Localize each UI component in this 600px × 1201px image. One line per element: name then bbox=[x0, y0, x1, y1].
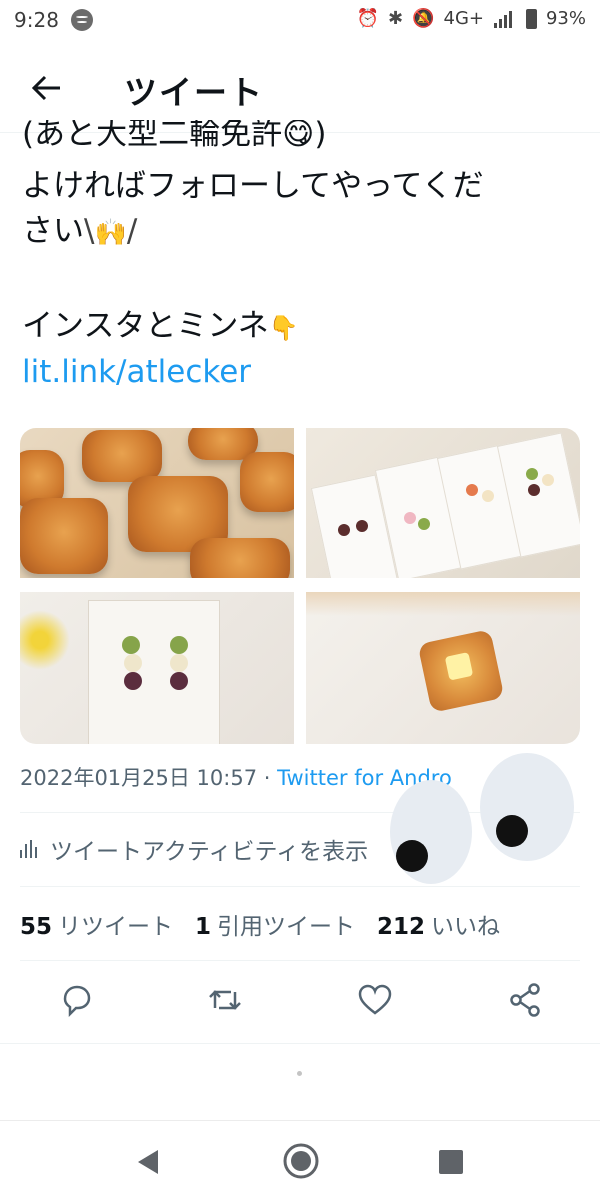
share-button[interactable] bbox=[505, 980, 545, 1020]
media-image-pastries[interactable] bbox=[20, 428, 294, 578]
tweet-text-line: よければフォローしてやってくだ bbox=[22, 168, 484, 204]
media-image-toast[interactable] bbox=[306, 592, 580, 744]
retweets-stat[interactable]: 55 リツイート bbox=[20, 907, 173, 941]
reply-icon bbox=[63, 985, 91, 1018]
page-indicator-dot bbox=[297, 1071, 302, 1076]
tweet-text-line: さい\🙌/ bbox=[22, 209, 582, 256]
spotify-icon bbox=[70, 9, 93, 31]
tweet-timestamp: 2022年01月25日 10:57 · Twitter for Andro bbox=[20, 766, 452, 790]
status-time: 9:28 bbox=[14, 8, 59, 32]
share-icon bbox=[510, 983, 540, 1017]
bluetooth-icon: ✱ bbox=[387, 8, 404, 29]
nav-back-button[interactable] bbox=[134, 1147, 162, 1181]
like-icon bbox=[358, 984, 392, 1015]
android-nav-bar bbox=[0, 1120, 600, 1201]
retweet-icon bbox=[209, 990, 241, 1010]
raising-hands-icon: 🙌 bbox=[94, 218, 127, 248]
tweet-text-line: インスタとミンネ👇 bbox=[22, 308, 299, 344]
page-title: ツイート bbox=[124, 73, 264, 112]
status-right: ⏰ ✱ 🔕 4G+ 93% bbox=[357, 8, 586, 29]
divider bbox=[20, 886, 580, 887]
battery-icon bbox=[525, 8, 537, 29]
nav-home-icon bbox=[283, 1143, 319, 1179]
network-label: 4G+ bbox=[443, 8, 484, 29]
likes-stat[interactable]: 212 いいね bbox=[377, 907, 500, 941]
reply-button[interactable] bbox=[56, 980, 96, 1020]
googly-eye-left bbox=[390, 780, 472, 884]
retweet-button[interactable] bbox=[205, 980, 245, 1020]
like-button[interactable] bbox=[355, 980, 395, 1020]
mute-icon: 🔕 bbox=[412, 8, 435, 29]
tweet-activity-label: ツイートアクティビティを表示 bbox=[50, 839, 369, 865]
back-button[interactable] bbox=[28, 68, 68, 108]
signal-icon bbox=[493, 10, 512, 28]
alarm-icon: ⏰ bbox=[356, 8, 379, 29]
tweet-text-clipped-line: (あと大型二輪免許😋) bbox=[22, 120, 327, 152]
nav-recents-icon bbox=[439, 1150, 463, 1174]
analytics-icon bbox=[20, 840, 38, 858]
pointing-down-icon: 👇 bbox=[268, 314, 299, 342]
nav-home-button[interactable] bbox=[282, 1142, 320, 1184]
battery-percent: 93% bbox=[545, 8, 586, 29]
media-image-dango-earrings[interactable] bbox=[20, 592, 294, 744]
nav-recents-button[interactable] bbox=[438, 1149, 464, 1179]
divider bbox=[0, 1043, 600, 1044]
back-arrow-icon bbox=[31, 75, 60, 101]
tweet-stats: 55 リツイート 1 引用ツイート 212 いいね bbox=[20, 907, 500, 941]
nav-back-icon bbox=[138, 1150, 158, 1174]
tweet-activity-button[interactable]: ツイートアクティビティを表示 bbox=[20, 832, 368, 866]
divider bbox=[20, 960, 580, 961]
status-left: 9:28 bbox=[14, 8, 93, 32]
quotes-stat[interactable]: 1 引用ツイート bbox=[195, 907, 355, 941]
media-grid bbox=[20, 428, 580, 744]
media-image-earrings-cards[interactable] bbox=[306, 428, 580, 578]
googly-eye-right bbox=[480, 753, 574, 861]
profile-link[interactable]: lit.link/atlecker bbox=[22, 354, 251, 390]
tweet-actions-bar bbox=[0, 980, 600, 1026]
status-bar: 9:28 ⏰ ✱ 🔕 4G+ 93% bbox=[0, 0, 600, 42]
